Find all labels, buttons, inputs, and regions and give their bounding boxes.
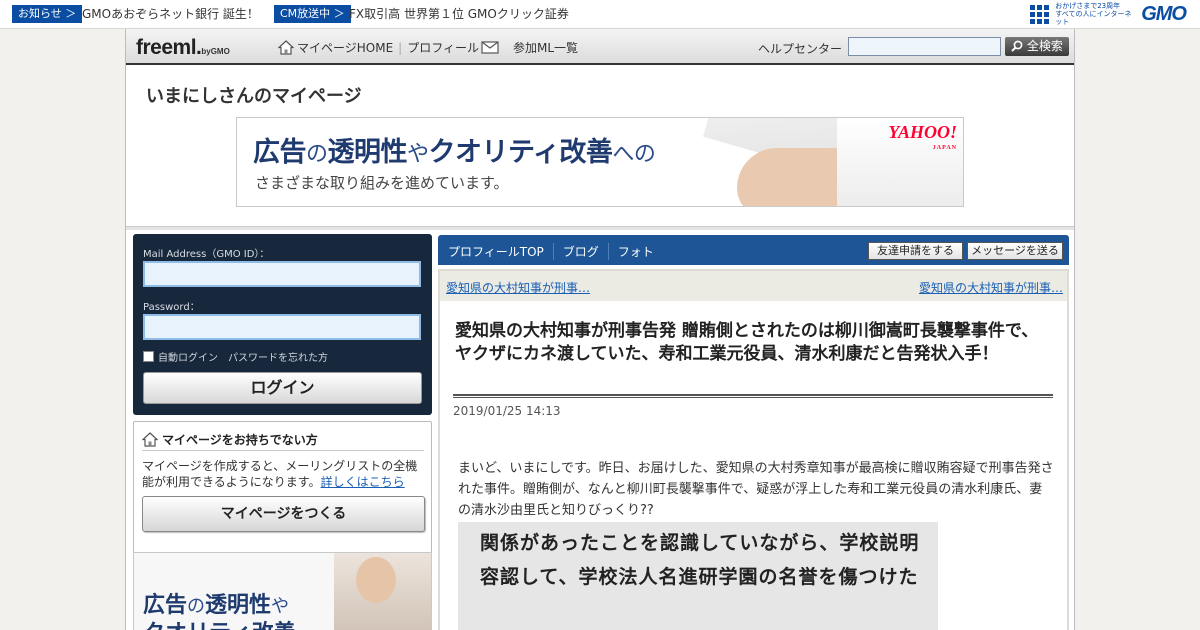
magnifier-icon xyxy=(1011,40,1023,52)
search-input[interactable] xyxy=(848,37,1001,56)
grid-dots-icon xyxy=(1030,4,1050,24)
blog-article: 愛知県の大村知事が刑事… 愛知県の大村知事が刑事… 愛知県の大村知事が刑事告発 … xyxy=(438,269,1069,630)
news-tag[interactable]: お知らせ ＞ xyxy=(12,5,83,23)
login-box: Mail Address（GMO ID）： Password： 自動ログイン パ… xyxy=(133,234,432,415)
yahoo-logo: YAHOO! JAPAN xyxy=(888,122,957,151)
gmo-top-bar: お知らせ ＞ GMOあおぞらネット銀行 誕生！ CM放送中 ＞ FX取引高 世界… xyxy=(0,0,1200,29)
profile-tabs: プロフィールTOP ブログ フォト xyxy=(448,243,663,260)
global-nav: freeml.byGMO マイページHOME | プロフィール 参加ML一覧 ヘ… xyxy=(126,29,1074,65)
photo-text-line1: 関係があったことを認識していながら、学校説明 xyxy=(480,532,920,554)
article-date: 2019/01/25 14:13 xyxy=(453,404,561,418)
gmo-brand[interactable]: おかげさまで23周年 すべての人にインターネット GMO xyxy=(1030,2,1187,26)
password-label: Password： xyxy=(143,302,200,313)
cm-link-click-sec[interactable]: FX取引高 世界第１位 GMOクリック証券 xyxy=(349,5,569,23)
side-ad-line2: クオリティ改善 xyxy=(143,615,296,630)
create-mypage-heading: マイページをお持ちでない方 xyxy=(142,429,424,451)
title-underline xyxy=(453,394,1053,398)
auto-login-checkbox[interactable] xyxy=(143,351,154,362)
mail-address-label: Mail Address（GMO ID）： xyxy=(143,249,270,260)
nav-separator: | xyxy=(398,40,403,55)
home-icon xyxy=(278,40,294,55)
auto-login-row: 自動ログイン パスワードを忘れた方 xyxy=(143,349,328,364)
nav-profile[interactable]: プロフィール xyxy=(407,39,479,56)
prev-article-link[interactable]: 愛知県の大村知事が刑事… xyxy=(446,279,590,296)
profile-tab-bar: プロフィールTOP ブログ フォト 友達申請をする メッセージを送る xyxy=(438,235,1069,265)
create-mypage-description: マイページを作成すると、メーリングリストの全機能が利用できるようになります。詳し… xyxy=(142,459,418,489)
tab-photo[interactable]: フォト xyxy=(607,243,663,260)
page-title: いまにしさんのマイページ xyxy=(146,86,362,107)
article-photo[interactable]: 関係があったことを認識していながら、学校説明 容認して、学校法人名進研学園の名誉… xyxy=(458,522,938,630)
main-frame: freeml.byGMO マイページHOME | プロフィール 参加ML一覧 ヘ… xyxy=(125,29,1075,630)
side-ad-face-graphic xyxy=(356,557,396,603)
tab-blog[interactable]: ブログ xyxy=(552,243,608,260)
create-mypage-title: マイページをお持ちでない方 xyxy=(162,433,318,447)
anniversary-text: おかげさまで23周年 すべての人にインターネット xyxy=(1055,2,1132,26)
login-button[interactable]: ログイン xyxy=(143,372,422,404)
photo-text-line2: 容認して、学校法人名進研学園の名誉を傷つけた xyxy=(480,566,919,588)
gmo-logo: GMO xyxy=(1141,2,1187,25)
section-divider xyxy=(126,226,1074,230)
banner-subline: さまざまな取り組みを進めています。 xyxy=(255,174,509,192)
tab-profile-top[interactable]: プロフィールTOP xyxy=(448,243,553,260)
create-mypage-button[interactable]: マイページをつくる xyxy=(142,496,425,532)
auto-login-label[interactable]: 自動ログイン xyxy=(158,349,218,364)
article-pager: 愛知県の大村知事が刑事… 愛知県の大村知事が刑事… xyxy=(440,271,1067,301)
search-button[interactable]: 全検索 xyxy=(1005,37,1069,56)
friend-request-button[interactable]: 友達申請をする xyxy=(868,242,963,260)
create-mypage-box: マイページをお持ちでない方 マイページを作成すると、メーリングリストの全機能が利… xyxy=(133,421,432,569)
nav-joined-ml[interactable]: 参加ML一覧 xyxy=(513,39,578,56)
news-link-aozora[interactable]: GMOあおぞらネット銀行 誕生！ xyxy=(82,5,259,23)
article-body: まいど、いまにしです。昨日、お届けした、愛知県の大村秀章知事が最高検に贈収賄容疑… xyxy=(458,461,1054,518)
banner-headline: 広告の透明性やクオリティ改善への xyxy=(253,137,656,168)
freeml-logo[interactable]: freeml.byGMO xyxy=(136,36,230,60)
send-message-button[interactable]: メッセージを送る xyxy=(967,242,1063,260)
home-icon xyxy=(142,432,158,447)
side-ad-banner[interactable]: 広告の透明性や クオリティ改善 xyxy=(133,552,432,630)
password-input[interactable] xyxy=(143,314,421,340)
forgot-password-link[interactable]: パスワードを忘れた方 xyxy=(228,349,328,364)
cm-tag[interactable]: CM放送中 ＞ xyxy=(274,5,351,23)
mail-address-input[interactable] xyxy=(143,261,421,287)
nav-mypage-home[interactable]: マイページHOME xyxy=(297,39,393,56)
nav-links: マイページHOME | プロフィール 参加ML一覧 xyxy=(278,39,578,56)
next-article-link[interactable]: 愛知県の大村知事が刑事… xyxy=(919,279,1063,296)
mail-icon[interactable] xyxy=(481,41,499,54)
article-title: 愛知県の大村知事が刑事告発 贈賄側とされたのは柳川御嵩町長襲撃事件で、ヤクザにカ… xyxy=(455,321,1039,364)
top-ad-banner[interactable]: 広告の透明性やクオリティ改善への さまざまな取り組みを進めています。 YAHOO… xyxy=(236,117,964,207)
details-link[interactable]: 詳しくはこちら xyxy=(321,475,405,489)
search-button-label: 全検索 xyxy=(1026,39,1063,53)
help-center-link[interactable]: ヘルプセンター xyxy=(758,40,842,57)
